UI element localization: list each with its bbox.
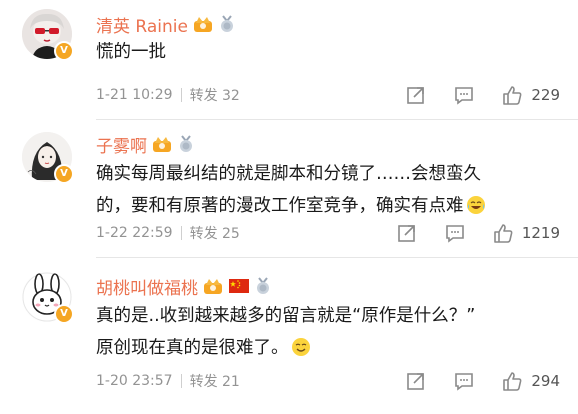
comment-text-line: 真的是..收到越来越多的留言就是“原作是什么？” bbox=[96, 306, 476, 326]
comment-item: V 清英 Rainie 慌的一批 1-21 10:29 转发 32 229 bbox=[0, 0, 578, 120]
username-link[interactable]: 子雾啊 bbox=[96, 132, 147, 157]
avatar[interactable]: V bbox=[22, 132, 74, 184]
forward-icon[interactable] bbox=[405, 370, 427, 392]
medal-badge-icon[interactable] bbox=[218, 15, 236, 33]
medal-badge-icon[interactable] bbox=[177, 135, 195, 153]
repost-link[interactable]: 转发 21 bbox=[190, 371, 240, 391]
like-icon[interactable] bbox=[492, 222, 514, 244]
smile-emoji-icon bbox=[291, 338, 310, 356]
comment-text-line: 原创现在真的是很难了。 bbox=[96, 332, 560, 364]
forward-icon[interactable] bbox=[405, 84, 427, 106]
medal-badge-icon[interactable] bbox=[254, 277, 272, 295]
like-icon[interactable] bbox=[501, 370, 523, 392]
like-icon[interactable] bbox=[501, 84, 523, 106]
comment-text-line: 的，要和有原著的漫改工作室竞争，确实有点难 bbox=[96, 190, 560, 222]
meta-divider bbox=[180, 226, 182, 240]
comment-item: V 胡桃叫做福桃 真的是..收到越来越多的留言就是“原作是什么？” 原创现在真的… bbox=[0, 258, 578, 414]
like-count: 229 bbox=[531, 86, 560, 104]
crown-badge-icon[interactable] bbox=[202, 277, 224, 295]
verified-badge: V bbox=[54, 41, 74, 61]
crown-badge-icon[interactable] bbox=[151, 135, 173, 153]
comment-icon[interactable] bbox=[444, 222, 466, 244]
comment-meta: 1-22 22:59 转发 25 1219 bbox=[96, 222, 560, 244]
comment-icon[interactable] bbox=[453, 84, 475, 106]
comment-time: 1-21 10:29 bbox=[96, 87, 173, 103]
avatar[interactable]: V bbox=[22, 9, 74, 61]
crown-badge-icon[interactable] bbox=[192, 15, 214, 33]
comment-text: 真的是..收到越来越多的留言就是“原作是什么？” 原创现在真的是很难了。 bbox=[96, 300, 560, 364]
action-bar: 1219 bbox=[396, 222, 560, 244]
verified-badge: V bbox=[54, 304, 74, 324]
like-count: 1219 bbox=[521, 224, 560, 242]
comment-text-span: 原创现在真的是很难了。 bbox=[96, 338, 289, 358]
meta-divider bbox=[180, 88, 182, 102]
forward-icon[interactable] bbox=[396, 222, 418, 244]
comment-time: 1-22 22:59 bbox=[96, 225, 173, 241]
like-count: 294 bbox=[531, 372, 560, 390]
comment-meta: 1-21 10:29 转发 32 229 bbox=[96, 84, 560, 106]
action-bar: 294 bbox=[405, 370, 560, 392]
comment-time: 1-20 23:57 bbox=[96, 373, 173, 389]
laugh-cry-emoji-icon bbox=[466, 196, 485, 214]
verified-badge: V bbox=[54, 164, 74, 184]
comment-text-span: 的，要和有原著的漫改工作室竞争，确实有点难 bbox=[96, 196, 464, 216]
username-link[interactable]: 胡桃叫做福桃 bbox=[96, 274, 198, 299]
user-row: 子雾啊 bbox=[96, 132, 195, 157]
comment-text-line: 确实每周最纠结的就是脚本和分镜了……会想蛮久 bbox=[96, 164, 481, 184]
action-bar: 229 bbox=[405, 84, 560, 106]
avatar[interactable]: V bbox=[22, 272, 74, 324]
repost-link[interactable]: 转发 32 bbox=[190, 85, 240, 105]
user-row: 胡桃叫做福桃 bbox=[96, 274, 272, 299]
china-flag-badge-icon[interactable] bbox=[228, 277, 250, 295]
comment-meta: 1-20 23:57 转发 21 294 bbox=[96, 370, 560, 392]
comment-icon[interactable] bbox=[453, 370, 475, 392]
comment-text: 确实每周最纠结的就是脚本和分镜了……会想蛮久 的，要和有原著的漫改工作室竞争，确… bbox=[96, 158, 560, 222]
user-row: 清英 Rainie bbox=[96, 12, 236, 37]
comment-feed: V 清英 Rainie 慌的一批 1-21 10:29 转发 32 229 V … bbox=[0, 0, 578, 414]
meta-divider bbox=[180, 374, 182, 388]
username-link[interactable]: 清英 Rainie bbox=[96, 12, 188, 37]
repost-link[interactable]: 转发 25 bbox=[190, 223, 240, 243]
comment-item: V 子雾啊 确实每周最纠结的就是脚本和分镜了……会想蛮久 的，要和有原著的漫改工… bbox=[0, 120, 578, 258]
comment-text: 慌的一批 bbox=[96, 42, 166, 62]
